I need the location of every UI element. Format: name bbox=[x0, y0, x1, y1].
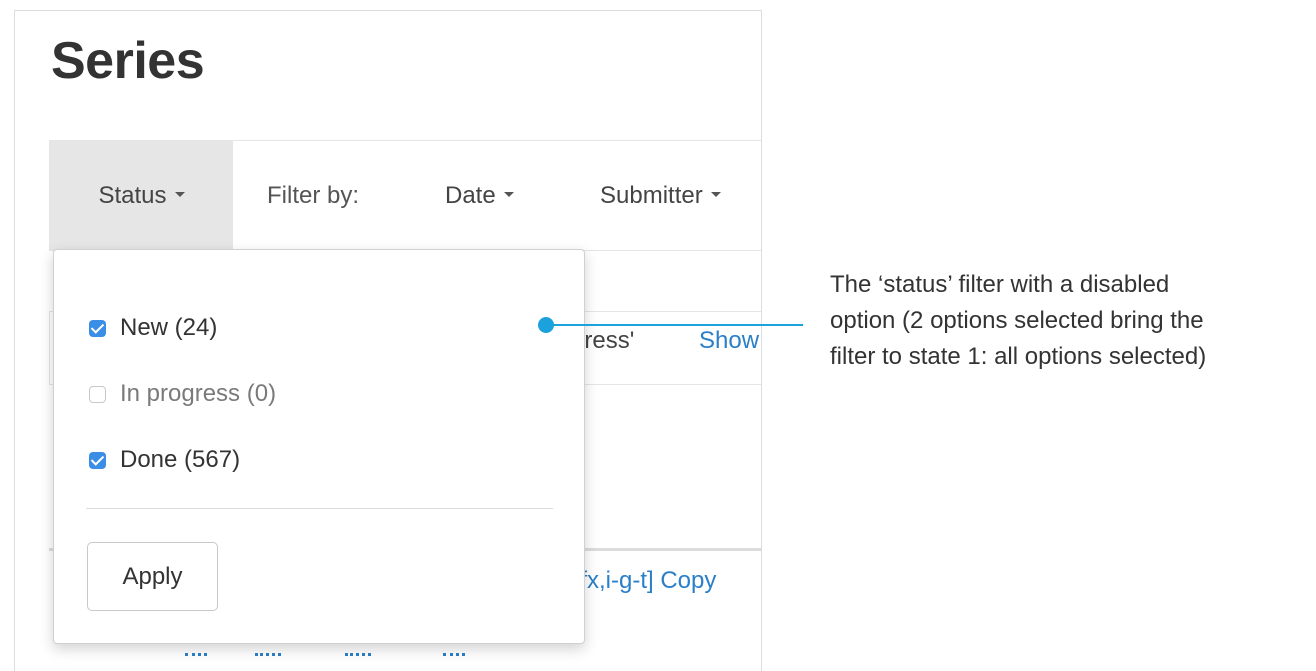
callout-line bbox=[546, 324, 803, 326]
date-filter-button[interactable]: Date bbox=[445, 141, 514, 250]
status-option-label: In progress (0) bbox=[120, 380, 277, 407]
status-option-done[interactable]: Done (567) bbox=[89, 444, 240, 476]
page-title: Series bbox=[51, 32, 205, 90]
apply-button[interactable]: Apply bbox=[87, 542, 218, 611]
caret-down-icon bbox=[503, 192, 514, 198]
filter-bar: Status Filter by: Date Submitter bbox=[49, 140, 761, 251]
checkbox-checked-icon[interactable] bbox=[89, 451, 106, 469]
status-option-new[interactable]: New (24) bbox=[89, 312, 217, 344]
checkbox-checked-icon[interactable] bbox=[89, 319, 106, 337]
status-filter-button[interactable]: Status bbox=[50, 141, 233, 250]
series-title-link[interactable]: gfx,i-g-t] Copy bbox=[567, 567, 716, 595]
date-filter-label: Date bbox=[445, 182, 496, 209]
annotation-line: filter to state 1: all options selected) bbox=[830, 343, 1207, 370]
status-filter-dropdown: New (24) In progress (0) Done (567) Appl… bbox=[53, 249, 585, 644]
status-option-label: New (24) bbox=[120, 314, 218, 341]
callout-dot-icon bbox=[538, 317, 554, 333]
checkbox-disabled-icon bbox=[89, 385, 106, 403]
truncated-link-row bbox=[185, 641, 505, 671]
annotation-line: option (2 options selected bring the bbox=[830, 307, 1204, 334]
status-option-in-progress: In progress (0) bbox=[89, 378, 276, 410]
filter-by-label: Filter by: bbox=[267, 182, 360, 209]
submitter-filter-label: Submitter bbox=[600, 182, 703, 209]
caret-down-icon bbox=[710, 192, 721, 198]
status-option-label: Done (567) bbox=[120, 446, 241, 473]
caret-down-icon bbox=[174, 192, 185, 198]
submitter-filter-button[interactable]: Submitter bbox=[600, 141, 721, 250]
series-page-screenshot: Series Status Filter by: Date Submitter … bbox=[14, 10, 762, 671]
dropdown-divider bbox=[86, 508, 553, 509]
status-filter-label: Status bbox=[98, 182, 167, 209]
annotation-line: The ‘status’ filter with a disabled bbox=[830, 271, 1170, 298]
annotation-text: The ‘status’ filter with a disabled opti… bbox=[830, 267, 1310, 375]
show-link[interactable]: Show bbox=[699, 327, 759, 355]
